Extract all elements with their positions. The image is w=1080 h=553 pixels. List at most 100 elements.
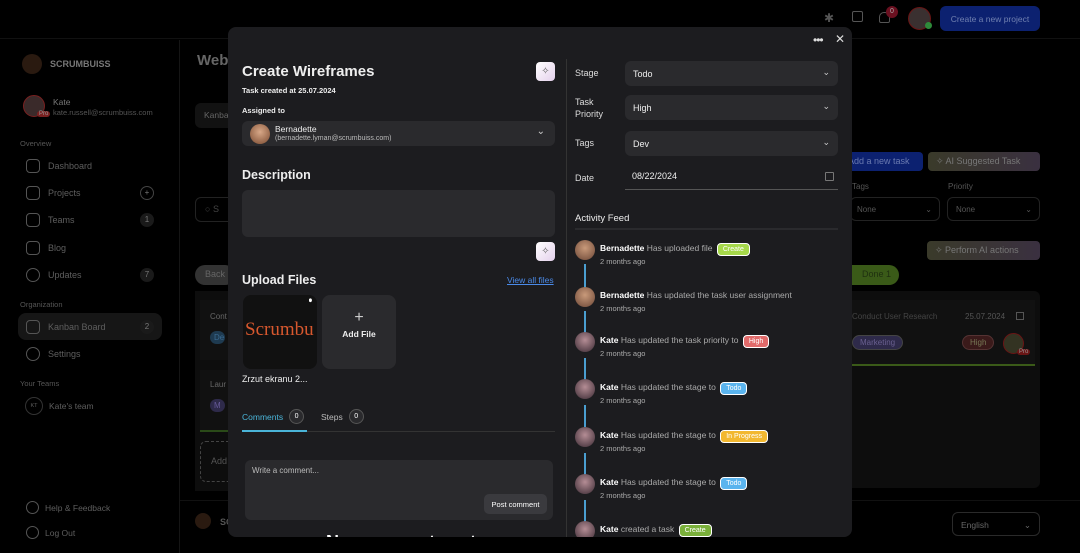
bug-icon[interactable]: ✱ — [824, 11, 834, 25]
user-email: kate.russell@scrumbuiss.com — [53, 108, 153, 117]
label: Kanban Board — [48, 321, 106, 332]
activity-user: Kate — [600, 477, 619, 487]
priority-select[interactable]: High ⌄ — [625, 95, 838, 120]
online-status-icon — [925, 22, 932, 29]
pro-badge: Pro — [1017, 349, 1031, 355]
sidebar-item-projects[interactable]: Projects + — [18, 179, 162, 206]
tags-select[interactable]: Dev ⌄ — [625, 131, 838, 156]
tab-comments[interactable]: Comments 0 — [242, 409, 305, 424]
count: 7 — [140, 267, 154, 282]
perform-ai-actions-button[interactable]: ✧ Perform AI actions — [927, 241, 1040, 260]
assignee-avatar — [250, 124, 270, 144]
tag-marketing: Marketing — [852, 335, 904, 350]
activity-badge: Todo — [720, 382, 748, 395]
language-select[interactable]: English ⌄ — [952, 512, 1040, 536]
chevron-down-icon: ⌄ — [822, 67, 830, 77]
activity-user: Kate — [600, 524, 619, 534]
sidebar-item-teams[interactable]: Teams 1 — [18, 206, 162, 233]
add-task-button[interactable]: Add a new task — [840, 152, 923, 171]
chevron-down-icon: ⌄ — [1025, 205, 1032, 214]
close-icon[interactable]: ✕ — [835, 32, 845, 46]
assignee-email: (bernadette.lyman@scrumbuiss.com) — [275, 135, 392, 142]
activity-text: Kate Has updated the stage to In Progres… — [600, 430, 768, 443]
task-modal: ••• ✕ Create Wireframes ✧ Task created a… — [228, 27, 852, 537]
column-divider — [566, 59, 567, 537]
file-preview: Scrumbu — [245, 319, 314, 340]
label: Kate's team — [49, 401, 94, 411]
ai-description-button[interactable]: ✧ — [536, 242, 555, 261]
label: Blog — [48, 242, 67, 253]
calendar-icon[interactable] — [825, 172, 834, 181]
count: 2 — [140, 319, 154, 334]
label: Settings — [48, 348, 81, 359]
date-input[interactable]: 08/22/2024 — [625, 166, 838, 190]
tags-filter[interactable]: None ⌄ — [850, 197, 940, 221]
file-thumbnail[interactable]: Scrumbu ••• — [243, 295, 317, 369]
home-icon — [26, 158, 40, 173]
view-all-files-link[interactable]: View all files — [507, 275, 554, 285]
sidebar-item-dashboard[interactable]: Dashboard — [18, 152, 162, 179]
priority-high: High — [962, 335, 995, 350]
label: AI Suggested Task — [945, 156, 1021, 166]
help-feedback[interactable]: Help & Feedback — [26, 501, 110, 514]
plus-icon: + — [354, 309, 364, 326]
comment-input[interactable]: Write a comment... Post comment — [245, 460, 553, 520]
activity-badge: Create — [678, 524, 712, 537]
add-file-button[interactable]: + Add File — [322, 295, 396, 369]
user-avatar — [575, 427, 595, 447]
add-project-icon[interactable]: + — [140, 185, 154, 200]
task-priority-label: Task Priority — [575, 97, 604, 119]
assigned-to-label: Assigned to — [242, 106, 285, 115]
activity-text: Kate created a task Create — [600, 524, 712, 537]
description-input[interactable] — [242, 190, 555, 237]
create-project-button[interactable]: Create a new project — [940, 6, 1040, 31]
sparkle-icon: ✧ — [541, 66, 550, 77]
file-menu-icon[interactable]: ••• — [304, 298, 315, 300]
assignee-select[interactable]: Bernadette (bernadette.lyman@scrumbuiss.… — [242, 121, 555, 146]
ai-suggested-task-button[interactable]: ✧ AI Suggested Task — [928, 152, 1040, 171]
team-kates-team[interactable]: KT Kate's team — [25, 397, 94, 415]
search-icon: ○ — [205, 204, 213, 214]
task-title[interactable]: Create Wireframes — [242, 63, 374, 80]
label: Add File — [342, 329, 376, 339]
priority-filter-label: Priority — [948, 182, 973, 191]
tags-label: Tags — [575, 138, 595, 148]
label: Perform AI actions — [945, 245, 1019, 255]
value: Todo — [633, 68, 653, 79]
post-comment-button[interactable]: Post comment — [484, 494, 547, 514]
sidebar-item-settings[interactable]: Settings — [18, 340, 162, 367]
activity-badge: Todo — [720, 477, 748, 490]
count: 1 — [140, 212, 154, 227]
sidebar-item-kanban-board[interactable]: Kanban Board 2 — [18, 313, 162, 340]
activity-badge: High — [742, 335, 770, 348]
card-title: Cont — [210, 312, 227, 321]
chevron-down-icon: ⌄ — [822, 137, 830, 147]
activity-divider — [575, 228, 838, 230]
label: Dashboard — [48, 160, 93, 171]
activity-action: created a task — [620, 524, 675, 534]
team-initials: KT — [25, 397, 43, 415]
assignee-name: Bernadette — [275, 124, 317, 134]
tag: M — [210, 399, 225, 412]
activity-time: 2 months ago — [600, 444, 646, 453]
priority-filter[interactable]: None ⌄ — [947, 197, 1040, 221]
sidebar-item-updates[interactable]: Updates 7 — [18, 261, 162, 288]
notification-count: 0 — [886, 6, 898, 18]
value: English — [961, 520, 989, 530]
activity-text: Bernadette Has uploaded file Create — [600, 243, 750, 256]
brand-logo-icon — [22, 54, 42, 74]
stage-select[interactable]: Todo ⌄ — [625, 61, 838, 86]
book-icon — [26, 240, 40, 255]
sidebar-item-blog[interactable]: Blog — [18, 234, 162, 261]
tab-steps[interactable]: Steps 0 — [321, 409, 364, 424]
feedback-icon[interactable] — [852, 11, 863, 22]
more-options-icon[interactable]: ••• — [813, 33, 824, 47]
task-card-conduct-user-research[interactable]: Conduct User Research 25.07.2024 Marketi… — [845, 300, 1035, 366]
activity-text: Kate Has updated the task priority to Hi… — [600, 335, 770, 348]
ai-sparkle-button[interactable]: ✧ — [536, 62, 555, 81]
log-out[interactable]: Log Out — [26, 526, 75, 539]
tags-filter-label: Tags — [852, 182, 869, 191]
teams-label: Your Teams — [20, 379, 60, 388]
file-name: Zrzut ekranu 2... — [242, 374, 308, 384]
sidebar: SCRUMBUISS Pro Kate kate.russell@scrumbu… — [0, 40, 180, 553]
